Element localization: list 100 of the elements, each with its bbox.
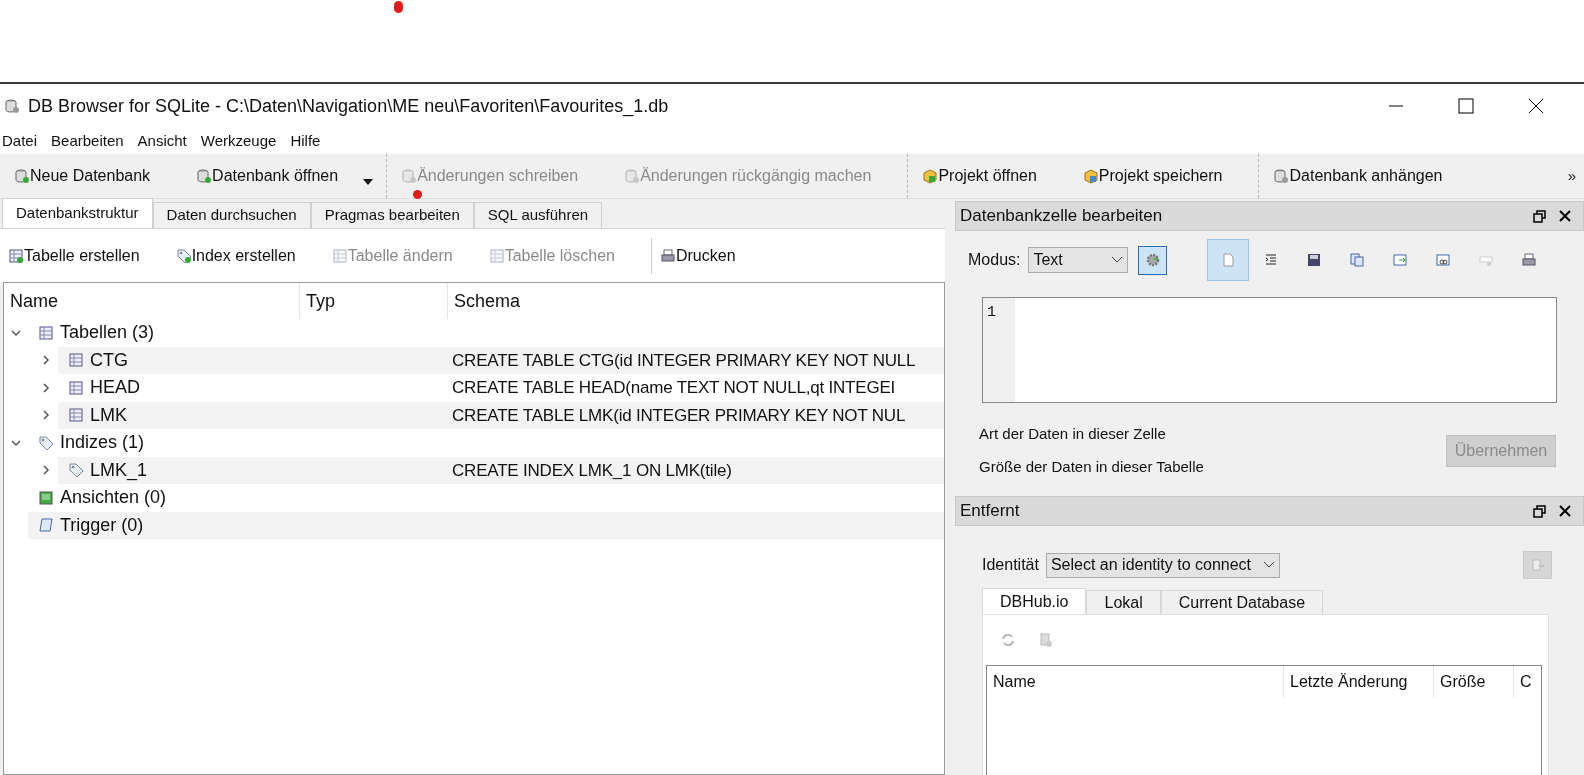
column-header[interactable]: C — [1514, 666, 1538, 698]
printer-icon — [1521, 252, 1538, 268]
tree-item-label: HEAD — [90, 376, 140, 400]
box-icon — [922, 168, 939, 184]
tab[interactable]: Lokal — [1086, 590, 1161, 614]
column-header[interactable]: Letzte Änderung — [1284, 666, 1434, 698]
table-icon — [8, 247, 24, 264]
table-icon — [488, 247, 505, 264]
tree-item-label: LMK_1 — [90, 458, 148, 483]
tree-item[interactable]: CTG — [58, 346, 448, 374]
tab[interactable]: Current Database — [1160, 590, 1324, 614]
database-icon — [1273, 168, 1290, 184]
tree-item[interactable]: LMK — [58, 401, 448, 429]
tree-item-label: LMK — [90, 403, 127, 427]
export-icon — [1392, 252, 1409, 268]
schema-cell: CREATE TABLE CTG(id INTEGER PRIMARY KEY NOT NULL — [448, 346, 944, 374]
close-icon[interactable] — [1559, 505, 1571, 517]
float-window-icon[interactable] — [1533, 504, 1547, 518]
table-icon — [68, 407, 84, 424]
tree-item[interactable]: Tabellen (3) — [28, 319, 448, 347]
toolbar-button[interactable]: Index erstellen — [175, 243, 296, 268]
menu-item[interactable]: Werkzeuge — [200, 129, 277, 153]
float-window-icon[interactable] — [1533, 209, 1547, 223]
table-icon — [331, 247, 348, 264]
menu-item[interactable]: Hilfe — [290, 129, 321, 153]
database-icon — [196, 168, 213, 184]
picture-frame-icon — [38, 489, 54, 506]
tree-item[interactable]: Ansichten (0) — [28, 484, 448, 512]
close-icon[interactable] — [1559, 210, 1571, 222]
tab[interactable]: SQL ausführen — [473, 202, 603, 228]
column-header[interactable]: Größe — [1434, 666, 1514, 698]
mode-dropdown[interactable]: Text — [1028, 247, 1129, 273]
menu-item[interactable]: Bearbeiten — [51, 129, 124, 153]
table-icon — [68, 352, 84, 369]
dock-title: Datenbankzelle bearbeiten — [960, 205, 1164, 228]
close-icon[interactable] — [1528, 98, 1544, 114]
chevron-right-icon[interactable] — [40, 409, 52, 422]
chevron-down-icon — [1263, 561, 1276, 569]
copy-icon — [1349, 252, 1366, 268]
table-icon — [68, 379, 84, 396]
schema-cell-text: CREATE TABLE HEAD(name TEXT NOT NULL,qt INTEGEI — [451, 377, 897, 399]
chevron-right-icon[interactable] — [40, 354, 52, 367]
database-arrow-icon — [1530, 558, 1545, 572]
database-icon — [624, 168, 641, 184]
gear-icon — [1144, 252, 1161, 268]
tag-icon — [68, 462, 84, 479]
tree-item-label: Ansichten (0) — [60, 486, 167, 510]
schema-cell: CREATE TABLE LMK(id INTEGER PRIMARY KEY NOT NUL — [448, 401, 944, 429]
chevron-down-icon — [1111, 256, 1124, 264]
link-icon — [1435, 252, 1452, 268]
auto-format-button[interactable] — [1138, 245, 1168, 275]
toolbar-button[interactable]: Projekt öffnen — [916, 160, 1043, 192]
chevron-right-icon[interactable] — [40, 464, 52, 477]
toolbar-button[interactable]: Datenbank anhängen — [1267, 160, 1449, 192]
line-number: 1 — [983, 298, 1015, 402]
table-icon — [38, 324, 54, 341]
overflow-button[interactable]: » — [1567, 164, 1584, 188]
data-size-label: Größe der Daten in dieser Tabelle — [979, 456, 1205, 477]
toolbar-button[interactable]: Projekt speichern — [1076, 160, 1229, 192]
menu-item[interactable]: Ansicht — [137, 129, 187, 153]
tag-icon — [175, 247, 192, 264]
menu-item[interactable]: Datei — [2, 129, 38, 153]
column-header[interactable]: Name — [987, 666, 1284, 698]
box-icon — [1082, 168, 1099, 184]
tree-item[interactable]: Trigger (0) — [28, 511, 448, 539]
schema-cell: CREATE INDEX LMK_1 ON LMK(tile) — [448, 456, 944, 484]
column-header[interactable]: Name — [4, 283, 300, 319]
tree-item-label: Trigger (0) — [60, 513, 144, 537]
chevron-right-icon[interactable] — [40, 381, 52, 394]
tree-item-label: Tabellen (3) — [60, 321, 155, 345]
tab[interactable]: Pragmas bearbeiten — [310, 202, 474, 228]
printer-icon — [659, 247, 676, 264]
data-type-label: Art der Daten in dieser Zelle — [979, 424, 1167, 444]
column-header[interactable]: Typ — [300, 283, 448, 319]
tag-icon — [38, 434, 54, 451]
mode-label: Modus: — [968, 250, 1021, 270]
scroll-icon — [38, 517, 54, 534]
toolbar-button[interactable]: Drucken — [650, 237, 736, 274]
tree-item[interactable]: Indizes (1) — [28, 429, 448, 457]
database-icon — [4, 98, 20, 114]
toolbar-button[interactable]: Neue Datenbank — [8, 160, 157, 192]
tab[interactable]: Daten durchsuchen — [152, 202, 311, 228]
dock-title: Entfernt — [960, 500, 1021, 523]
floppy-icon — [1306, 252, 1323, 268]
tree-item-label: Indizes (1) — [60, 431, 145, 455]
toolbar-button[interactable]: Datenbank öffnen — [190, 160, 345, 192]
database-icon — [14, 168, 30, 184]
column-header[interactable]: Schema — [448, 283, 944, 319]
toolbar-button[interactable]: Tabelle erstellen — [8, 243, 140, 268]
tab[interactable]: Datenbankstruktur — [2, 198, 153, 228]
identity-dropdown[interactable]: Select an identity to connect — [1045, 552, 1281, 578]
cell-editor[interactable]: 1 — [982, 297, 1557, 403]
tree-item[interactable]: HEAD — [58, 374, 448, 402]
dropdown-arrow-icon[interactable] — [362, 178, 375, 186]
window-title: DB Browser for SQLite - C:\Daten\Navigation\ME neu\Favoriten\Favourites_1.db — [28, 94, 669, 119]
tree-item[interactable]: LMK_1 — [58, 456, 448, 484]
maximize-icon[interactable] — [1458, 98, 1474, 114]
tab[interactable]: DBHub.io — [982, 588, 1087, 614]
document-icon — [1220, 252, 1237, 268]
identity-label: Identität — [982, 555, 1039, 575]
